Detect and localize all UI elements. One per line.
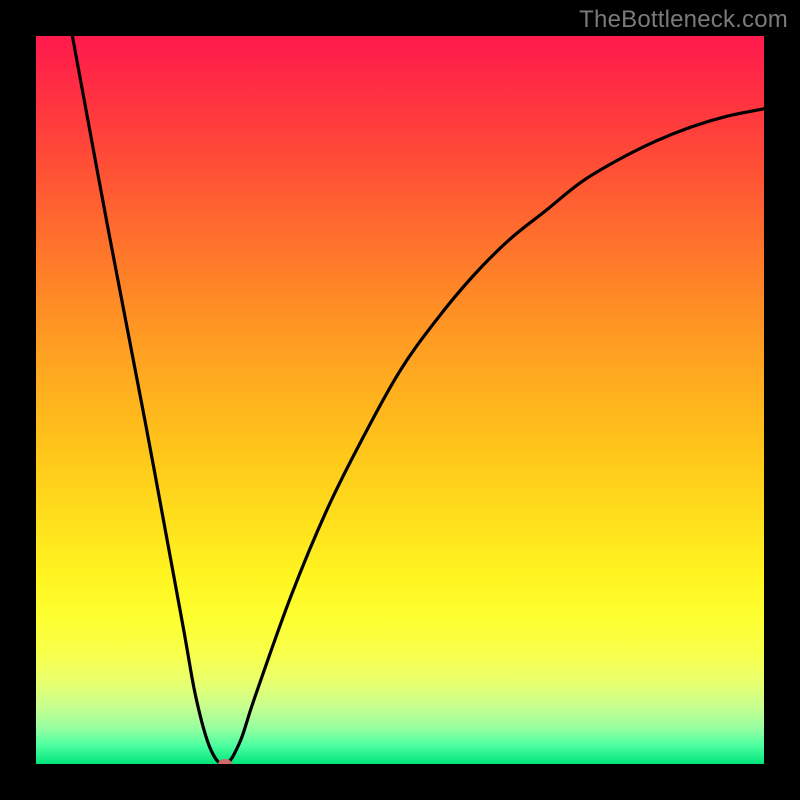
minimum-marker <box>218 759 232 764</box>
chart-frame: TheBottleneck.com <box>0 0 800 800</box>
bottleneck-curve <box>36 36 764 764</box>
plot-area <box>36 36 764 764</box>
watermark-text: TheBottleneck.com <box>579 6 788 34</box>
